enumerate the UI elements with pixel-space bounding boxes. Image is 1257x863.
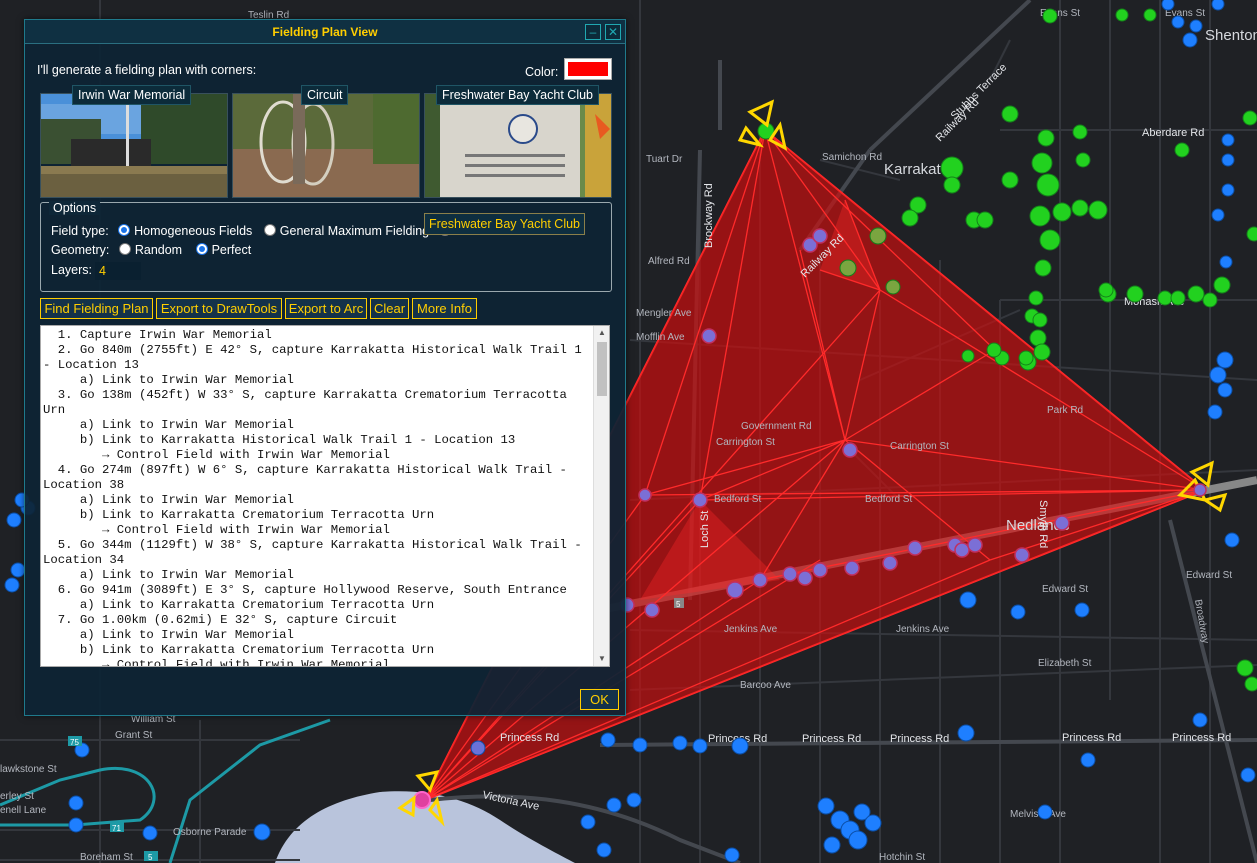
svg-text:5: 5 [148, 853, 153, 862]
portal-photo-irwin[interactable] [40, 93, 228, 198]
svg-text:erley St: erley St [0, 791, 34, 802]
svg-text:Bedford St: Bedford St [865, 494, 912, 505]
radio-random[interactable] [118, 243, 131, 255]
svg-text:Aberdare Rd: Aberdare Rd [1142, 127, 1204, 139]
find-fielding-plan-button[interactable]: Find Fielding Plan [40, 298, 153, 319]
svg-text:Princess Rd: Princess Rd [1062, 732, 1121, 744]
intro-text: I'll generate a fielding plan with corne… [37, 63, 257, 77]
layers-label: Layers: [51, 263, 92, 277]
minimize-button[interactable]: – [585, 24, 601, 40]
svg-text:75: 75 [70, 738, 79, 747]
svg-text:Boreham St: Boreham St [80, 852, 133, 863]
svg-text:71: 71 [112, 824, 121, 833]
geometry-label: Geometry: [51, 243, 110, 257]
svg-text:Jenkins Ave: Jenkins Ave [724, 624, 778, 635]
scroll-up-icon[interactable]: ▲ [594, 326, 609, 340]
svg-text:Mofflin Ave: Mofflin Ave [636, 332, 685, 343]
scroll-down-icon[interactable]: ▼ [594, 652, 609, 666]
more-info-button[interactable]: More Info [412, 298, 477, 319]
ok-button[interactable]: OK [580, 689, 619, 710]
svg-text:enell Lane: enell Lane [0, 805, 47, 816]
svg-text:Barcoo Ave: Barcoo Ave [740, 680, 791, 691]
svg-text:Edward St: Edward St [1042, 584, 1088, 595]
plan-output-scrollbar[interactable]: ▲ ▼ [593, 326, 609, 666]
svg-text:Victoria Ave: Victoria Ave [481, 789, 540, 813]
geometry-row: Geometry: Random Perfect [51, 243, 251, 257]
fielding-plan-dialog: Fielding Plan View – ✕ I'll generate a f… [24, 19, 626, 716]
svg-text:Edward St: Edward St [1186, 570, 1232, 581]
svg-text:Osborne Parade: Osborne Parade [173, 827, 247, 838]
portal-caption-circuit: Circuit [301, 85, 349, 105]
export-arc-button[interactable]: Export to Arc [285, 298, 367, 319]
portal-caption-yacht-club: Freshwater Bay Yacht Club [436, 85, 599, 105]
svg-text:Smyth Rd: Smyth Rd [1037, 500, 1049, 548]
color-label: Color: [525, 65, 559, 79]
svg-text:Jenkins Ave: Jenkins Ave [896, 624, 950, 635]
dialog-title: Fielding Plan View [25, 20, 625, 44]
scroll-thumb[interactable] [597, 342, 607, 396]
svg-text:Government Rd: Government Rd [741, 421, 812, 432]
svg-text:Park Rd: Park Rd [1047, 405, 1083, 416]
export-drawtools-button[interactable]: Export to DrawTools [156, 298, 282, 319]
svg-text:Bedford St: Bedford St [714, 494, 761, 505]
plan-output-text: 1. Capture Irwin War Memorial 2. Go 840m… [43, 328, 582, 667]
radio-homogeneous[interactable] [118, 224, 131, 236]
svg-text:Princess Rd: Princess Rd [802, 733, 861, 745]
plan-output-textarea[interactable]: 1. Capture Irwin War Memorial 2. Go 840m… [40, 325, 610, 667]
svg-text:Brockway Rd: Brockway Rd [703, 183, 715, 248]
radio-homogeneous-label[interactable]: Homogeneous Fields [134, 224, 252, 238]
svg-text:Alfred Rd: Alfred Rd [648, 256, 690, 267]
portal-photo-yacht-club[interactable] [424, 93, 612, 198]
svg-text:Grant St: Grant St [115, 730, 152, 741]
svg-text:Mengler Ave: Mengler Ave [636, 308, 692, 319]
color-swatch-fill [568, 62, 608, 76]
svg-text:5: 5 [676, 600, 681, 609]
svg-text:lawkstone St: lawkstone St [0, 764, 57, 775]
svg-text:Hotchin St: Hotchin St [879, 852, 925, 863]
portal-tooltip: Freshwater Bay Yacht Club [424, 213, 585, 235]
field-type-label: Field type: [51, 224, 109, 238]
close-button[interactable]: ✕ [605, 24, 621, 40]
svg-text:Carrington St: Carrington St [716, 437, 775, 448]
svg-text:Princess Rd: Princess Rd [1172, 732, 1231, 744]
svg-text:Elizabeth St: Elizabeth St [1038, 658, 1092, 669]
clear-button[interactable]: Clear [370, 298, 409, 319]
radio-general-max-label[interactable]: General Maximum Fielding [280, 224, 429, 238]
svg-text:Princess Rd: Princess Rd [500, 732, 559, 744]
svg-text:Samichon Rd: Samichon Rd [822, 152, 882, 163]
radio-general-max[interactable] [263, 224, 276, 236]
layers-input[interactable]: 4 [95, 262, 141, 280]
svg-text:Loch St: Loch St [699, 511, 711, 548]
radio-perfect-label[interactable]: Perfect [212, 243, 252, 257]
portal-photo-circuit[interactable] [232, 93, 420, 198]
portal-caption-irwin: Irwin War Memorial [72, 85, 192, 105]
svg-text:Shenton: Shenton [1205, 27, 1257, 44]
svg-text:Carrington St: Carrington St [890, 441, 949, 452]
svg-text:Princess Rd: Princess Rd [890, 733, 949, 745]
radio-perfect[interactable] [195, 243, 208, 255]
options-legend: Options [49, 201, 101, 215]
radio-random-label[interactable]: Random [135, 243, 182, 257]
svg-text:Tuart Dr: Tuart Dr [646, 154, 683, 165]
color-picker[interactable] [564, 58, 612, 80]
